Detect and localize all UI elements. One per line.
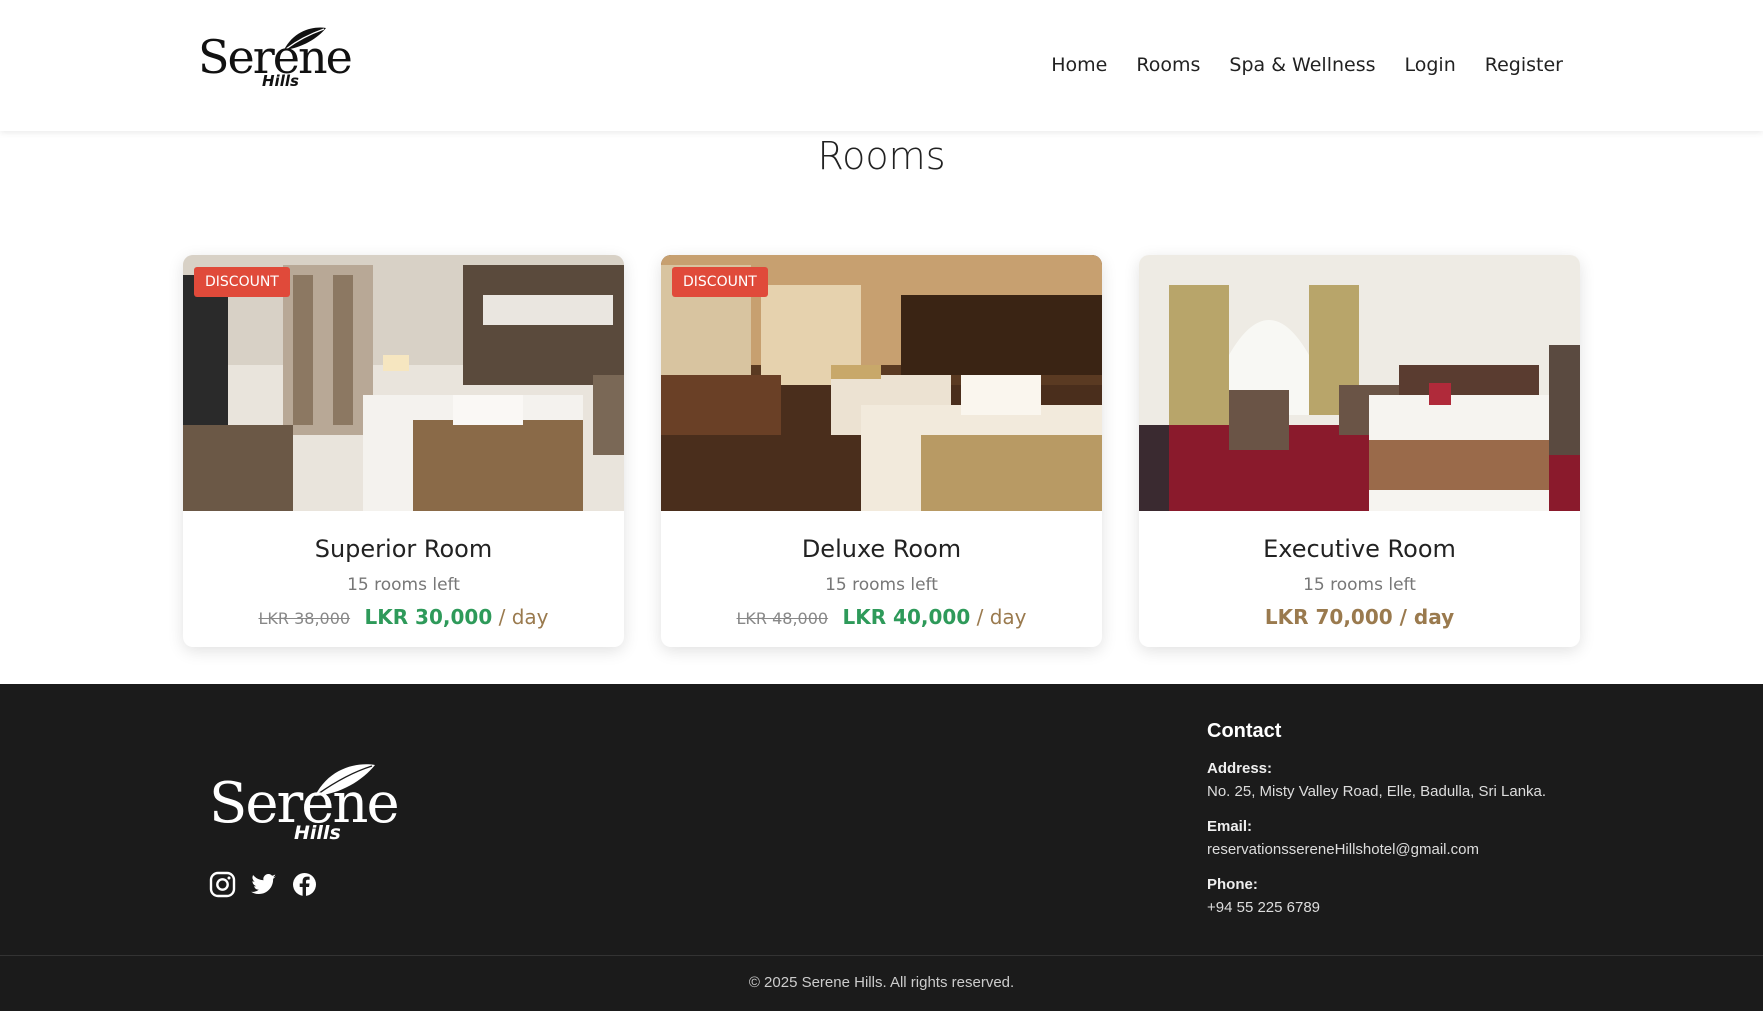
logo-subtext: Hills [262, 72, 299, 90]
email-label: Email: [1207, 818, 1253, 835]
room-price: LKR 48,000 LKR 40,000 / day [661, 605, 1102, 629]
site-footer: Serene Hills Contact Address: No. 25, Mi… [0, 684, 1763, 1011]
logo-subtext: Hills [294, 822, 341, 844]
discount-price: LKR 30,000 [364, 605, 493, 629]
rooms-left: 15 rooms left [825, 575, 938, 595]
room-photo[interactable] [1139, 255, 1580, 511]
old-price: LKR 48,000 [736, 609, 829, 628]
copyright-text: © 2025 Serene Hills. All rights reserved… [748, 974, 1015, 991]
nav-spa[interactable]: Spa & Wellness [1229, 54, 1375, 76]
site-logo[interactable]: Serene Hills [198, 24, 353, 92]
room-price: LKR 70,000 / day [1139, 605, 1580, 629]
rooms-left: 15 rooms left [347, 575, 460, 595]
regular-price: LKR 70,000 / day [1264, 605, 1455, 629]
nav-home[interactable]: Home [1051, 54, 1107, 76]
contact-title: Contact [1207, 720, 1282, 742]
nav-rooms[interactable]: Rooms [1136, 54, 1200, 76]
room-list: DISCOUNT Superior Room 15 rooms left LKR… [183, 255, 1580, 647]
old-price: LKR 38,000 [258, 609, 351, 628]
nav-register[interactable]: Register [1485, 54, 1563, 76]
footer-divider [0, 955, 1763, 956]
room-photo[interactable]: DISCOUNT [183, 255, 624, 511]
twitter-icon[interactable] [250, 871, 277, 898]
room-card-executive[interactable]: Executive Room 15 rooms left LKR 70,000 … [1139, 255, 1580, 647]
room-card-superior[interactable]: DISCOUNT Superior Room 15 rooms left LKR… [183, 255, 624, 647]
discount-badge: DISCOUNT [672, 267, 768, 297]
rooms-left: 15 rooms left [1303, 575, 1416, 595]
email-value[interactable]: reservationssereneHillshotel@gmail.com [1207, 841, 1546, 858]
room-photo-image [1139, 255, 1580, 511]
social-links [209, 871, 318, 898]
address-label: Address: [1207, 760, 1273, 777]
phone-value[interactable]: +94 55 225 6789 [1207, 899, 1546, 916]
discount-price: LKR 40,000 [842, 605, 971, 629]
nav-login[interactable]: Login [1405, 54, 1456, 76]
contact-section: Contact Address: No. 25, Misty Valley Ro… [1207, 720, 1546, 934]
facebook-icon[interactable] [291, 871, 318, 898]
room-name[interactable]: Deluxe Room [661, 535, 1102, 563]
main-nav: Home Rooms Spa & Wellness Login Register [1051, 54, 1563, 76]
footer-logo[interactable]: Serene Hills [209, 760, 400, 850]
price-unit: / day [976, 605, 1027, 629]
site-header: Serene Hills Home Rooms Spa & Wellness L… [0, 0, 1763, 131]
instagram-icon[interactable] [209, 871, 236, 898]
discount-badge: DISCOUNT [194, 267, 290, 297]
room-photo[interactable]: DISCOUNT [661, 255, 1102, 511]
price-unit: / day [498, 605, 549, 629]
room-name[interactable]: Superior Room [183, 535, 624, 563]
address-value: No. 25, Misty Valley Road, Elle, Badulla… [1207, 783, 1547, 800]
phone-label: Phone: [1207, 876, 1258, 893]
room-card-deluxe[interactable]: DISCOUNT Deluxe Room 15 rooms left LKR 4… [661, 255, 1102, 647]
room-name[interactable]: Executive Room [1139, 535, 1580, 563]
page-title: Rooms [817, 134, 946, 178]
room-price: LKR 38,000 LKR 30,000 / day [183, 605, 624, 629]
